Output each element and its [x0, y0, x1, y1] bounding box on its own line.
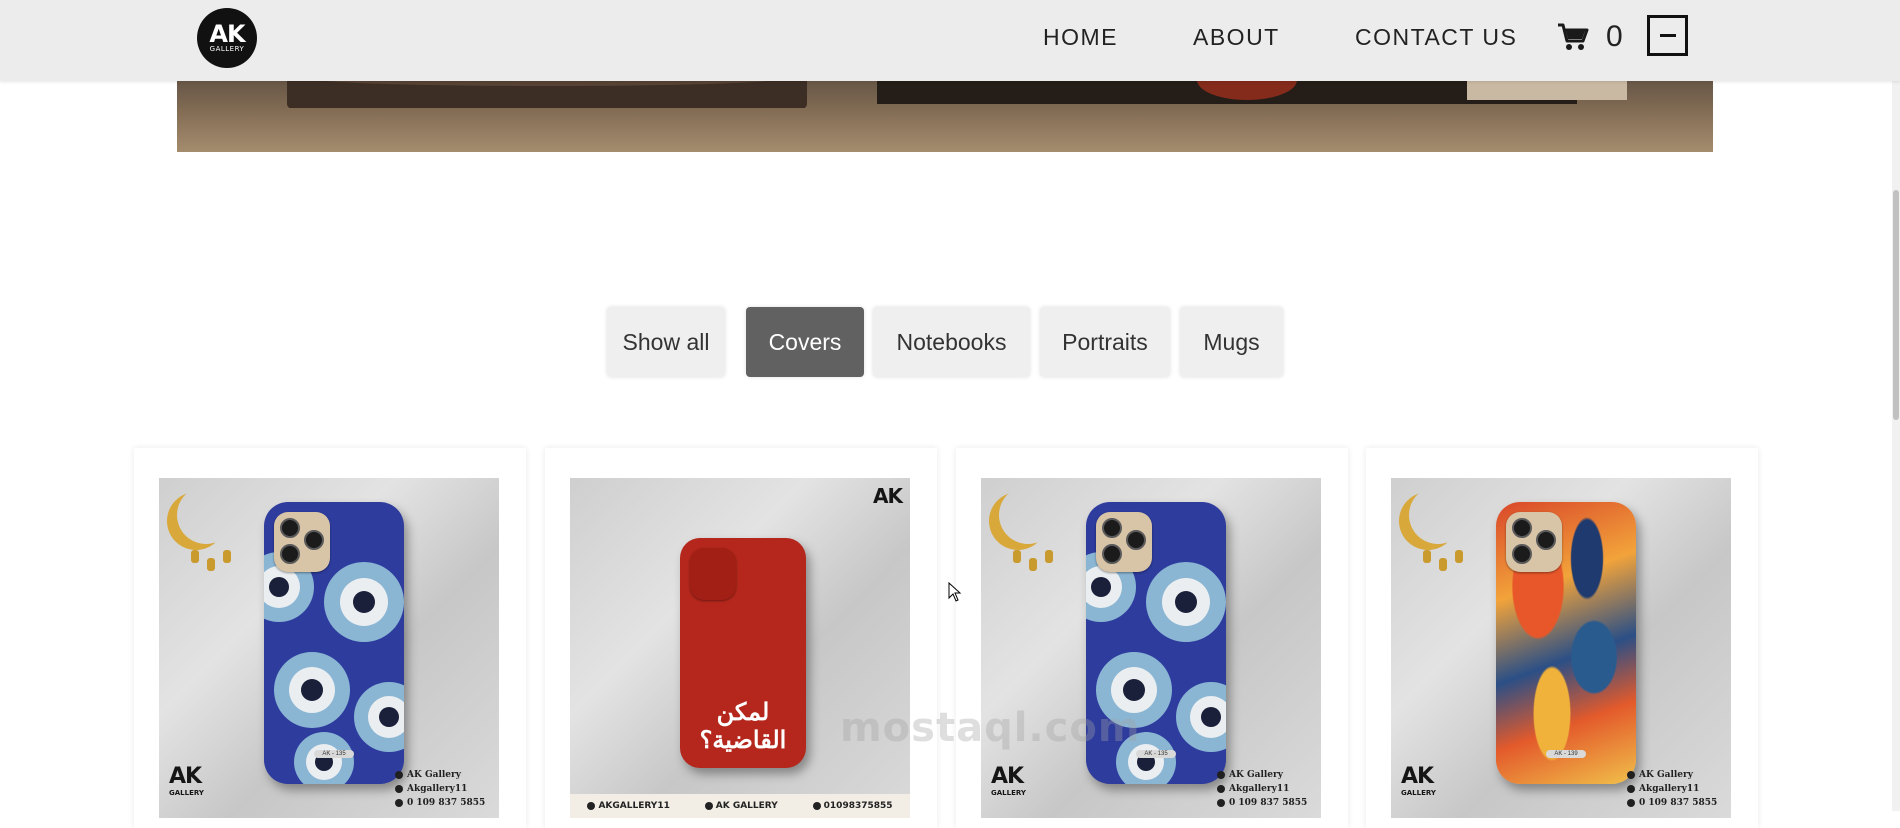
product-image-al-ahly-cover[interactable]: AK لمكن القاضية؟ AKGALLERY11 AK GALLERY …: [570, 478, 910, 818]
brand-watermark: AK GALLERY: [1401, 766, 1441, 812]
phone-camera: [1506, 512, 1562, 572]
phone-cover-abstract: [1496, 502, 1636, 784]
lantern-decoration: [191, 550, 199, 563]
facebook-icon: [1217, 771, 1225, 779]
product-card[interactable]: AK لمكن القاضية؟ AKGALLERY11 AK GALLERY …: [545, 448, 937, 828]
minus-icon: [1660, 34, 1676, 37]
filter-mugs-button[interactable]: Mugs: [1180, 307, 1283, 377]
top-navbar: AK GALLERY HOME ABOUT CONTACT US 0: [0, 0, 1900, 81]
brand-mark: AK: [1401, 764, 1434, 789]
social-instagram: Akgallery11: [1229, 784, 1290, 794]
category-filter-bar: Show all Covers Notebooks Portraits Mugs: [0, 307, 1900, 379]
instagram-icon: [587, 802, 596, 810]
social-phone: 0 109 837 5855: [407, 798, 486, 808]
phone-cover-al-ahly: لمكن القاضية؟: [680, 538, 806, 768]
product-card[interactable]: AK - 135 AK GALLERY AK Gallery Akgallery…: [134, 448, 526, 828]
product-code-tag: AK - 135: [1136, 750, 1176, 758]
scrollbar-thumb[interactable]: [1893, 190, 1899, 420]
whatsapp-icon: [395, 799, 403, 807]
product-code-tag: AK - 135: [314, 750, 354, 758]
hero-wooden-table: [177, 108, 1713, 152]
instagram-icon: [1217, 785, 1225, 793]
nav-home-link[interactable]: HOME: [1043, 22, 1118, 52]
social-phone: 0 109 837 5855: [1639, 798, 1718, 808]
brand-mark: AK: [991, 764, 1024, 789]
product-code-tag: AK - 139: [1546, 750, 1586, 758]
footer-facebook: AK GALLERY: [715, 801, 778, 811]
phone-camera: [1096, 512, 1152, 572]
social-instagram: Akgallery11: [407, 784, 468, 794]
social-info: AK Gallery Akgallery11 0 109 837 5855: [395, 768, 495, 810]
social-info: AK Gallery Akgallery11 0 109 837 5855: [1627, 768, 1727, 810]
filter-covers-button[interactable]: Covers: [746, 307, 864, 377]
social-facebook: AK Gallery: [1229, 770, 1283, 780]
product-image-evil-eye-cover[interactable]: AK - 135 AK GALLERY AK Gallery Akgallery…: [981, 478, 1321, 818]
lantern-decoration: [1439, 558, 1447, 571]
product-card[interactable]: AK - 135 AK GALLERY AK Gallery Akgallery…: [956, 448, 1348, 828]
social-facebook: AK Gallery: [407, 770, 461, 780]
whatsapp-icon: [1627, 799, 1635, 807]
page-scrollbar[interactable]: [1892, 0, 1900, 811]
social-info: AK Gallery Akgallery11 0 109 837 5855: [1217, 768, 1317, 810]
brand-subtitle: GALLERY: [1401, 789, 1436, 797]
filter-notebooks-button[interactable]: Notebooks: [873, 307, 1030, 377]
phone-cover-evil-eye: [264, 502, 404, 784]
mostaql-watermark: mostaql.com: [840, 705, 1141, 751]
menu-toggle-button[interactable]: [1647, 15, 1688, 56]
logo[interactable]: AK GALLERY: [197, 8, 257, 68]
cart-count: 0: [1606, 20, 1623, 53]
instagram-icon: [395, 785, 403, 793]
logo-mark: AK: [209, 19, 245, 48]
whatsapp-icon: [1217, 799, 1225, 807]
product-image-evil-eye-cover[interactable]: AK - 135 AK GALLERY AK Gallery Akgallery…: [159, 478, 499, 818]
mouse-cursor-icon: [948, 582, 962, 602]
filter-show-all-button[interactable]: Show all: [607, 307, 725, 377]
brand-mark: AK: [873, 484, 903, 508]
brand-subtitle: GALLERY: [991, 789, 1026, 797]
product-card[interactable]: AK - 139 AK GALLERY AK Gallery Akgallery…: [1366, 448, 1758, 828]
footer-phone: 01098375855: [823, 801, 893, 811]
brand-mark: AK: [169, 764, 202, 789]
lantern-decoration: [1029, 558, 1037, 571]
lantern-decoration: [207, 558, 215, 571]
social-facebook: AK Gallery: [1639, 770, 1693, 780]
social-phone: 0 109 837 5855: [1229, 798, 1308, 808]
facebook-icon: [1627, 771, 1635, 779]
filter-portraits-button[interactable]: Portraits: [1040, 307, 1170, 377]
facebook-icon: [704, 802, 713, 810]
nav-contact-link[interactable]: CONTACT US: [1355, 22, 1517, 52]
lantern-decoration: [1423, 550, 1431, 563]
brand-watermark: AK GALLERY: [991, 766, 1031, 812]
brand-watermark: AK GALLERY: [169, 766, 209, 812]
nav-about-link[interactable]: ABOUT: [1193, 22, 1280, 52]
product-footer-strip: AKGALLERY11 AK GALLERY 01098375855: [570, 794, 910, 818]
lantern-decoration: [1045, 550, 1053, 563]
social-instagram: Akgallery11: [1639, 784, 1700, 794]
lantern-decoration: [223, 550, 231, 563]
crescent-moon-decoration: [999, 486, 1057, 544]
phone-camera: [274, 512, 330, 572]
facebook-icon: [395, 771, 403, 779]
lantern-decoration: [1455, 550, 1463, 563]
lantern-decoration: [1013, 550, 1021, 563]
instagram-icon: [1627, 785, 1635, 793]
product-image-abstract-cover[interactable]: AK - 139 AK GALLERY AK Gallery Akgallery…: [1391, 478, 1731, 818]
crescent-moon-decoration: [1409, 486, 1467, 544]
brand-subtitle: GALLERY: [169, 789, 204, 797]
logo-subtitle: GALLERY: [209, 44, 245, 53]
crescent-moon-decoration: [177, 486, 235, 544]
phone-camera: [690, 548, 736, 600]
cover-arabic-text: لمكن القاضية؟: [699, 697, 787, 754]
whatsapp-icon: [812, 802, 821, 810]
footer-instagram: AKGALLERY11: [598, 801, 670, 811]
cart-icon[interactable]: [1557, 22, 1589, 52]
